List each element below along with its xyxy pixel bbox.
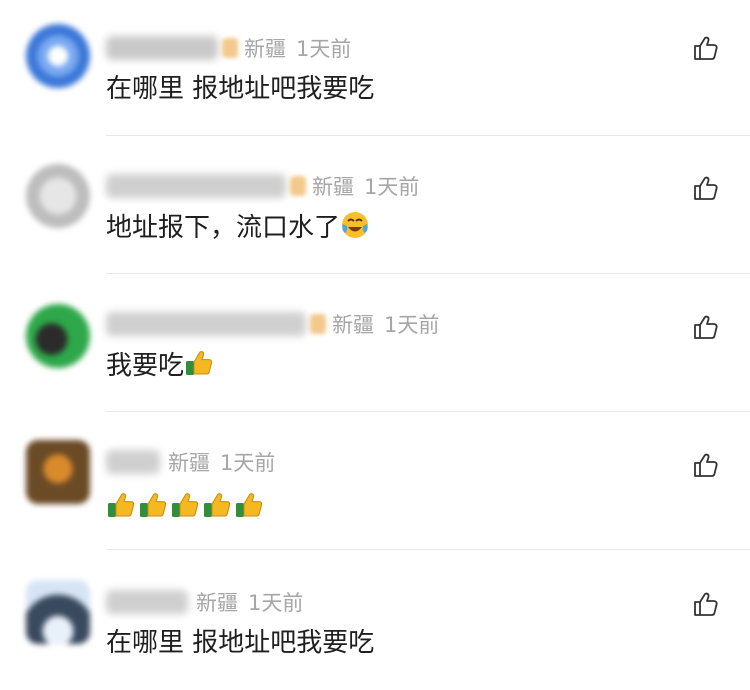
comment-text: 在哪里 报地址吧我要吃: [106, 628, 375, 658]
username[interactable]: [106, 174, 286, 198]
location-label: 新疆: [196, 591, 238, 615]
divider: [106, 135, 750, 136]
comment-meta: 新疆 1天前: [106, 309, 439, 339]
like-icon[interactable]: [692, 451, 720, 479]
username[interactable]: [106, 36, 218, 60]
timestamp: 1天前: [248, 591, 304, 615]
comment-meta: 新疆 1天前: [106, 447, 275, 477]
thumbs-up-emoji: [236, 493, 263, 517]
timestamp: 1天前: [220, 451, 276, 475]
comment-text: 在哪里 报地址吧我要吃: [106, 74, 375, 104]
like-icon[interactable]: [692, 174, 720, 202]
like-icon[interactable]: [692, 590, 720, 618]
like-icon[interactable]: [692, 313, 720, 341]
user-badge: [290, 176, 306, 196]
thumbs-up-emoji: [108, 493, 135, 517]
comment-item: 新疆 1天前 在哪里 报地址吧我要吃: [0, 0, 750, 138]
comment-text: 我要吃: [106, 348, 216, 383]
comment-text: [106, 490, 266, 525]
timestamp: 1天前: [384, 313, 440, 337]
comment-item: 新疆 1天前 我要吃: [0, 276, 750, 414]
username[interactable]: [106, 590, 188, 614]
thumbs-up-emoji: [204, 493, 231, 517]
location-label: 新疆: [168, 451, 210, 475]
comment-item: 新疆 1天前: [0, 414, 750, 552]
thumbs-up-emoji: [140, 493, 167, 517]
divider: [106, 549, 750, 550]
location-label: 新疆: [244, 37, 286, 61]
comment-meta: 新疆 1天前: [106, 33, 351, 63]
location-label: 新疆: [332, 313, 374, 337]
laughing-tears-emoji: [342, 212, 369, 238]
thumbs-up-emoji: [172, 493, 199, 517]
comment-text: 地址报下，流口水了: [106, 210, 370, 245]
user-badge: [310, 314, 326, 334]
like-icon[interactable]: [692, 34, 720, 62]
comment-item: 新疆 1天前 地址报下，流口水了: [0, 138, 750, 276]
comment-meta: 新疆 1天前: [106, 171, 419, 201]
location-label: 新疆: [312, 175, 354, 199]
avatar[interactable]: [26, 580, 90, 644]
thumbs-up-emoji: [186, 351, 213, 375]
avatar[interactable]: [26, 164, 90, 228]
avatar[interactable]: [26, 304, 90, 368]
user-badge: [222, 38, 238, 58]
username[interactable]: [106, 450, 160, 474]
comment-item: 新疆 1天前 在哪里 报地址吧我要吃: [0, 552, 750, 690]
divider: [106, 411, 750, 412]
username[interactable]: [106, 312, 306, 336]
timestamp: 1天前: [364, 175, 420, 199]
divider: [106, 273, 750, 274]
avatar[interactable]: [26, 440, 90, 504]
timestamp: 1天前: [296, 37, 352, 61]
avatar[interactable]: [26, 24, 90, 88]
comment-meta: 新疆 1天前: [106, 587, 303, 617]
